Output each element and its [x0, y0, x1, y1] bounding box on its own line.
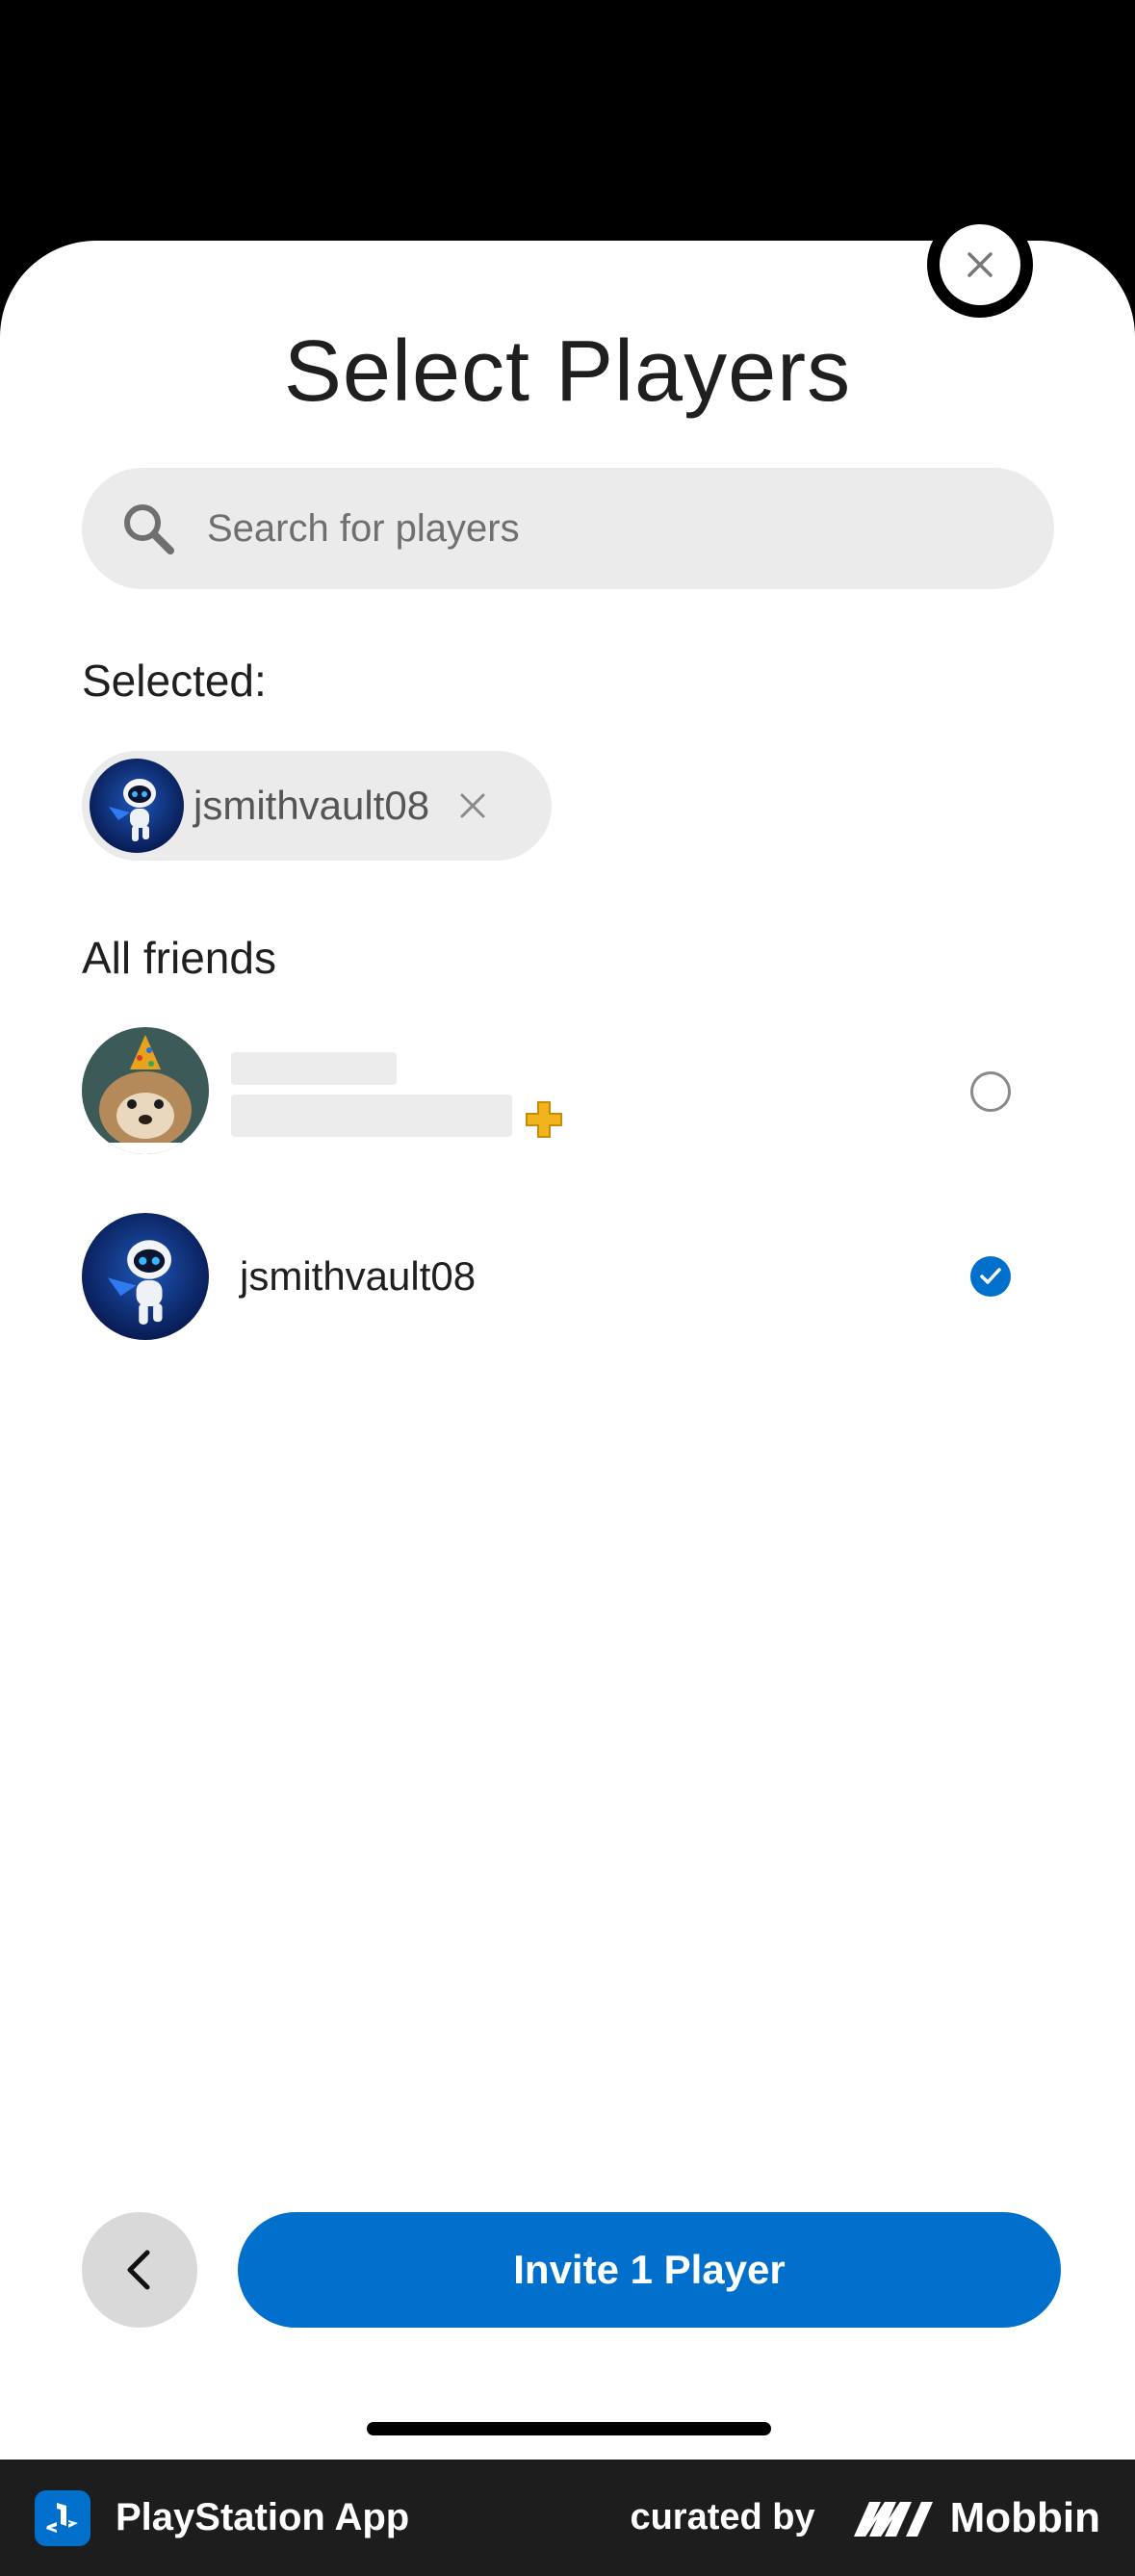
astro-bot-avatar [90, 759, 184, 853]
friend-name: jsmithvault08 [240, 1253, 477, 1299]
friend-onlineid-blurred [231, 1095, 512, 1137]
select-radio-checked[interactable] [970, 1256, 1011, 1297]
selected-player-name: jsmithvault08 [193, 783, 430, 828]
party-hat-dog-avatar [82, 1027, 209, 1154]
invite-button[interactable]: Invite 1 Player [238, 2212, 1061, 2328]
mobbin-logo-icon [853, 2501, 933, 2537]
checkmark-icon [980, 1268, 1001, 1284]
footer-curated-by: curated by [630, 2497, 815, 2537]
footer-brand: Mobbin [949, 2493, 1100, 2541]
footer-bar: PlayStation App curated by Mobbin [0, 2460, 1135, 2576]
home-indicator [367, 2422, 771, 2435]
footer-app-name: PlayStation App [116, 2496, 410, 2538]
select-radio[interactable] [970, 1071, 1011, 1112]
mobbin-logo: Mobbin [852, 2494, 1100, 2542]
friend-name-blurred [231, 1052, 397, 1085]
all-friends-label: All friends [82, 933, 276, 983]
back-button[interactable] [82, 2212, 197, 2328]
selected-player-chip[interactable]: jsmithvault08 [82, 751, 552, 861]
page-title: Select Players [283, 323, 852, 420]
playstation-logo-icon [35, 2489, 90, 2546]
friend-row[interactable]: jsmithvault08 [82, 1213, 1054, 1340]
ps-plus-icon [526, 1101, 562, 1138]
close-icon [967, 252, 993, 277]
status-bar [0, 0, 1135, 241]
astro-bot-avatar [82, 1213, 209, 1340]
chevron-left-icon [127, 2250, 150, 2290]
close-button[interactable] [927, 212, 1033, 318]
search-placeholder: Search for players [207, 506, 520, 550]
friend-row[interactable] [82, 1027, 1054, 1154]
search-icon [120, 495, 188, 562]
search-input[interactable]: Search for players [82, 468, 1054, 589]
selected-label: Selected: [82, 656, 267, 706]
remove-icon[interactable] [456, 789, 489, 822]
